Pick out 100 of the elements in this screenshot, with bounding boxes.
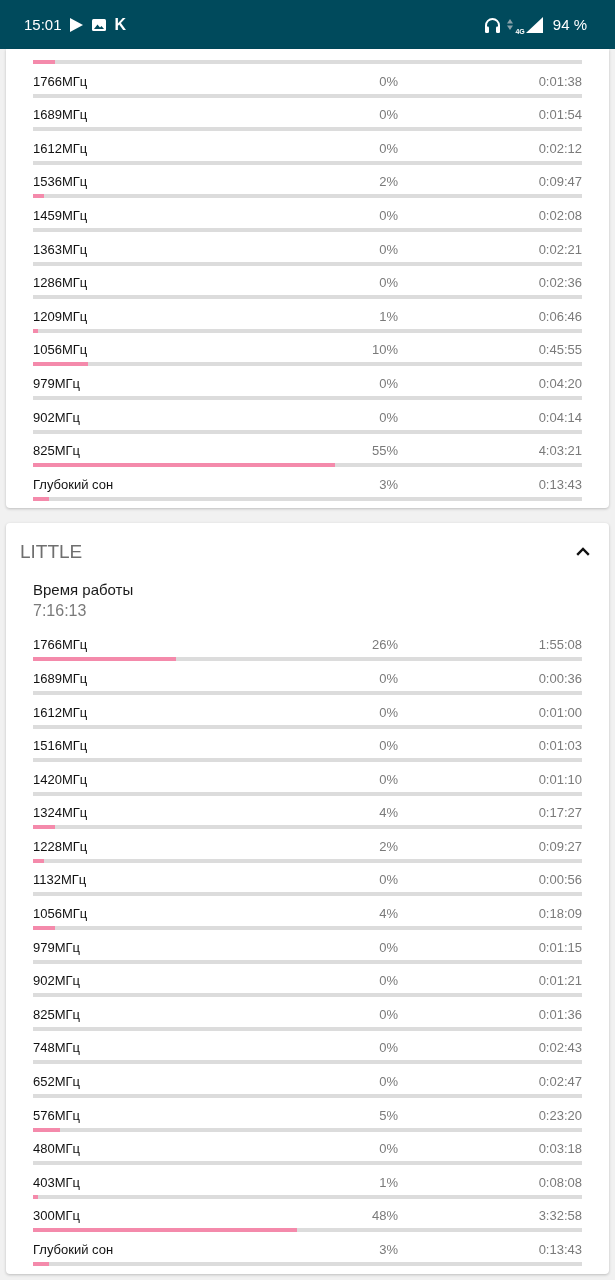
percent-text: 2% [378, 173, 398, 192]
frequency-label: 1324МГц [33, 804, 89, 823]
frequency-label: 1689МГц [33, 669, 89, 688]
duration-text: 0:45:55 [537, 341, 582, 360]
percent-text: 26% [370, 636, 398, 655]
percent-text: 48% [370, 1207, 398, 1226]
duration-text: 3:32:58 [537, 1207, 582, 1226]
frequency-label: 1056МГц [33, 905, 89, 924]
frequency-label: 1286МГц [33, 274, 89, 293]
duration-text: 0:01:15 [537, 938, 582, 957]
percent-text: 4% [378, 905, 398, 924]
percent-text: 5% [378, 1106, 398, 1125]
percent-text: 10% [370, 341, 398, 360]
headphones-icon [484, 16, 502, 33]
percent-text: 0% [378, 1039, 398, 1058]
duration-text: 0:04:14 [537, 408, 582, 427]
frequency-label: 1363МГц [33, 240, 89, 259]
frequency-label: 979МГц [33, 938, 81, 957]
percent-text: 0% [378, 1140, 398, 1159]
duration-text: 0:01:21 [537, 972, 582, 991]
duration-text: 4:03:21 [537, 442, 582, 461]
frequency-label: 1209МГц [33, 307, 89, 326]
percent-text: 0% [378, 206, 398, 225]
duration-text: 0:01:38 [537, 72, 582, 91]
percent-text: 1% [378, 1173, 398, 1192]
frequency-label: 1766МГц [33, 72, 89, 91]
duration-text: 0:02:12 [537, 139, 582, 158]
data-arrows-icon [507, 19, 514, 30]
frequency-label: Глубокий сон [33, 1241, 115, 1259]
frequency-label: 902МГц [33, 972, 81, 991]
duration-text: 0:01:00 [537, 703, 582, 722]
duration-text: 0:00:56 [537, 871, 582, 890]
battery-percent: 94 % [552, 15, 587, 34]
notification-letter: K [114, 15, 127, 34]
duration-text: 0:01:54 [537, 106, 582, 125]
uptime-label: Время работы [33, 580, 135, 601]
duration-text: 0:04:20 [537, 374, 582, 393]
percent-text: 0% [378, 274, 398, 293]
duration-text: 0:02:21 [537, 240, 582, 259]
percent-text: 0% [378, 1005, 398, 1024]
percent-text: 2% [378, 837, 398, 856]
frequency-label: 576МГц [33, 1106, 81, 1125]
uptime-value: 7:16:13 [33, 601, 88, 622]
duration-text: 0:09:47 [537, 173, 582, 192]
frequency-label: 1132МГц [33, 871, 88, 890]
duration-text: 0:02:43 [537, 1039, 582, 1058]
duration-text: 0:01:10 [537, 770, 582, 789]
percent-text: 1% [378, 307, 398, 326]
percent-text: 0% [378, 770, 398, 789]
frequency-label: 825МГц [33, 1005, 81, 1024]
frequency-label: 1516МГц [33, 737, 89, 756]
frequency-label: 1228МГц [33, 837, 89, 856]
percent-text: 0% [378, 669, 398, 688]
percent-text: 0% [378, 408, 398, 427]
percent-text: 0% [378, 139, 398, 158]
frequency-label: 825МГц [33, 442, 81, 461]
duration-text: 0:01:36 [537, 1005, 582, 1024]
duration-text: 0:03:18 [537, 1140, 582, 1159]
frequency-label: 1536МГц [33, 173, 89, 192]
duration-text: 0:18:09 [537, 905, 582, 924]
frequency-label: 1459МГц [33, 206, 89, 225]
percent-text: 0% [378, 938, 398, 957]
frequency-label: 1612МГц [33, 703, 89, 722]
duration-text: 0:02:08 [537, 206, 582, 225]
frequency-label: 1689МГц [33, 106, 89, 125]
percent-text: 0% [378, 871, 398, 890]
clock-time: 15:01 [24, 15, 62, 34]
percent-text: 0% [378, 703, 398, 722]
image-icon [91, 18, 106, 31]
percent-text: 3% [378, 1241, 398, 1259]
percent-text: 0% [378, 737, 398, 756]
collapse-button[interactable] [576, 547, 590, 557]
frequency-label: 902МГц [33, 408, 81, 427]
duration-text: 0:17:27 [537, 804, 582, 823]
duration-text: 0:08:08 [537, 1173, 582, 1192]
signal-icon [525, 16, 543, 33]
percent-text: 0% [378, 374, 398, 393]
frequency-label: 1056МГц [33, 341, 89, 360]
duration-text: 0:13:43 [537, 475, 582, 494]
percent-text: 0% [378, 972, 398, 991]
frequency-label: 652МГц [33, 1073, 81, 1092]
percent-text: 55% [370, 442, 398, 461]
percent-text: 0% [378, 1073, 398, 1092]
duration-text: 0:00:36 [537, 669, 582, 688]
frequency-label: 1612МГц [33, 139, 89, 158]
duration-text: 0:13:43 [537, 1241, 582, 1259]
duration-text: 0:23:20 [537, 1106, 582, 1125]
duration-text: 0:06:46 [537, 307, 582, 326]
percent-text: 3% [378, 475, 398, 494]
frequency-label: 480МГц [33, 1140, 81, 1159]
frequency-label: 979МГц [33, 374, 81, 393]
percent-text: 0% [378, 72, 398, 91]
duration-text: 1:55:08 [537, 636, 582, 655]
percent-text: 4% [378, 804, 398, 823]
duration-text: 0:02:47 [537, 1073, 582, 1092]
duration-text: 0:02:36 [537, 274, 582, 293]
frequency-label: 748МГц [33, 1039, 81, 1058]
duration-text: 0:01:03 [537, 737, 582, 756]
frequency-label: 1420МГц [33, 770, 89, 789]
frequency-label: 1766МГц [33, 636, 89, 655]
